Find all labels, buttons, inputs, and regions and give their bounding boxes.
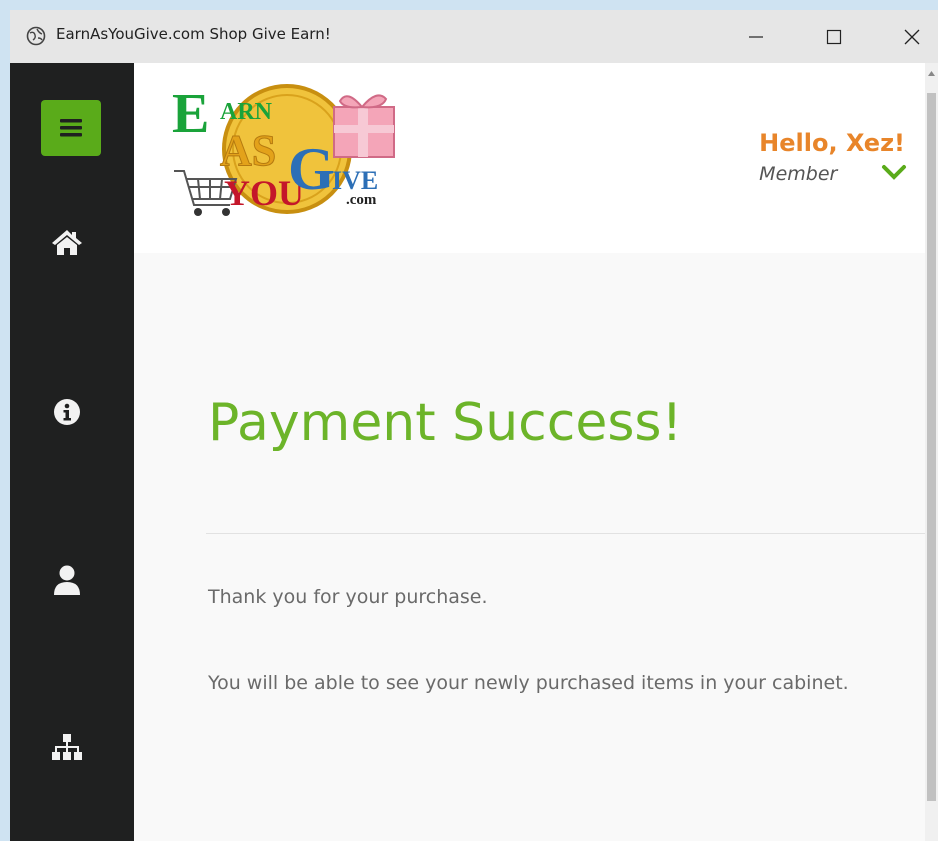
thank-you-message: Thank you for your purchase.: [208, 586, 488, 608]
logo-dotcom: .com: [346, 192, 377, 208]
close-icon: [904, 29, 920, 44]
info-icon: [54, 399, 80, 425]
page-title: Payment Success!: [208, 393, 683, 453]
maximize-icon: [826, 29, 842, 44]
user-icon: [54, 565, 80, 595]
title-bar: EarnAsYouGive.com Shop Give Earn!: [10, 10, 938, 63]
close-button[interactable]: [882, 10, 938, 63]
earnasyougive-logo[interactable]: E ARN AS YOU G IVE .com: [172, 77, 402, 227]
divider: [206, 533, 925, 534]
greeting-text: Hello, Xez!: [759, 129, 905, 157]
minimize-button[interactable]: [726, 10, 786, 63]
maximize-button[interactable]: [804, 10, 864, 63]
logo-letter-g: G: [288, 136, 335, 202]
globe-icon: [26, 26, 46, 46]
site-header: E ARN AS YOU G IVE .com Hello, Xez! Memb…: [134, 63, 925, 253]
logo-letters-arn: ARN: [220, 99, 273, 125]
menu-toggle-button[interactable]: [41, 100, 101, 156]
main-content: Payment Success! Thank you for your purc…: [134, 253, 925, 841]
minimize-icon: [749, 35, 763, 38]
hamburger-icon: [60, 119, 82, 137]
app-window: EarnAsYouGive.com Shop Give Earn! E ARN …: [10, 10, 938, 841]
window-title: EarnAsYouGive.com Shop Give Earn!: [56, 25, 331, 43]
sidebar-item-sitemap[interactable]: [50, 731, 84, 765]
chevron-down-icon[interactable]: [881, 163, 907, 181]
sidebar-item-home[interactable]: [50, 225, 84, 259]
logo-letters-as: AS: [220, 126, 276, 175]
sidebar-item-info[interactable]: [50, 395, 84, 429]
scroll-up-arrow-icon[interactable]: [927, 69, 936, 78]
sitemap-icon: [52, 734, 82, 760]
scrollbar-thumb[interactable]: [927, 93, 936, 801]
sidebar-item-profile[interactable]: [50, 563, 84, 597]
home-icon: [52, 230, 82, 255]
logo-letter-e: E: [172, 83, 209, 145]
logo-letters-ive: IVE: [332, 166, 378, 195]
sidebar: [10, 63, 134, 841]
vertical-scrollbar[interactable]: [925, 63, 938, 841]
cabinet-info-message: You will be able to see your newly purch…: [208, 672, 849, 694]
